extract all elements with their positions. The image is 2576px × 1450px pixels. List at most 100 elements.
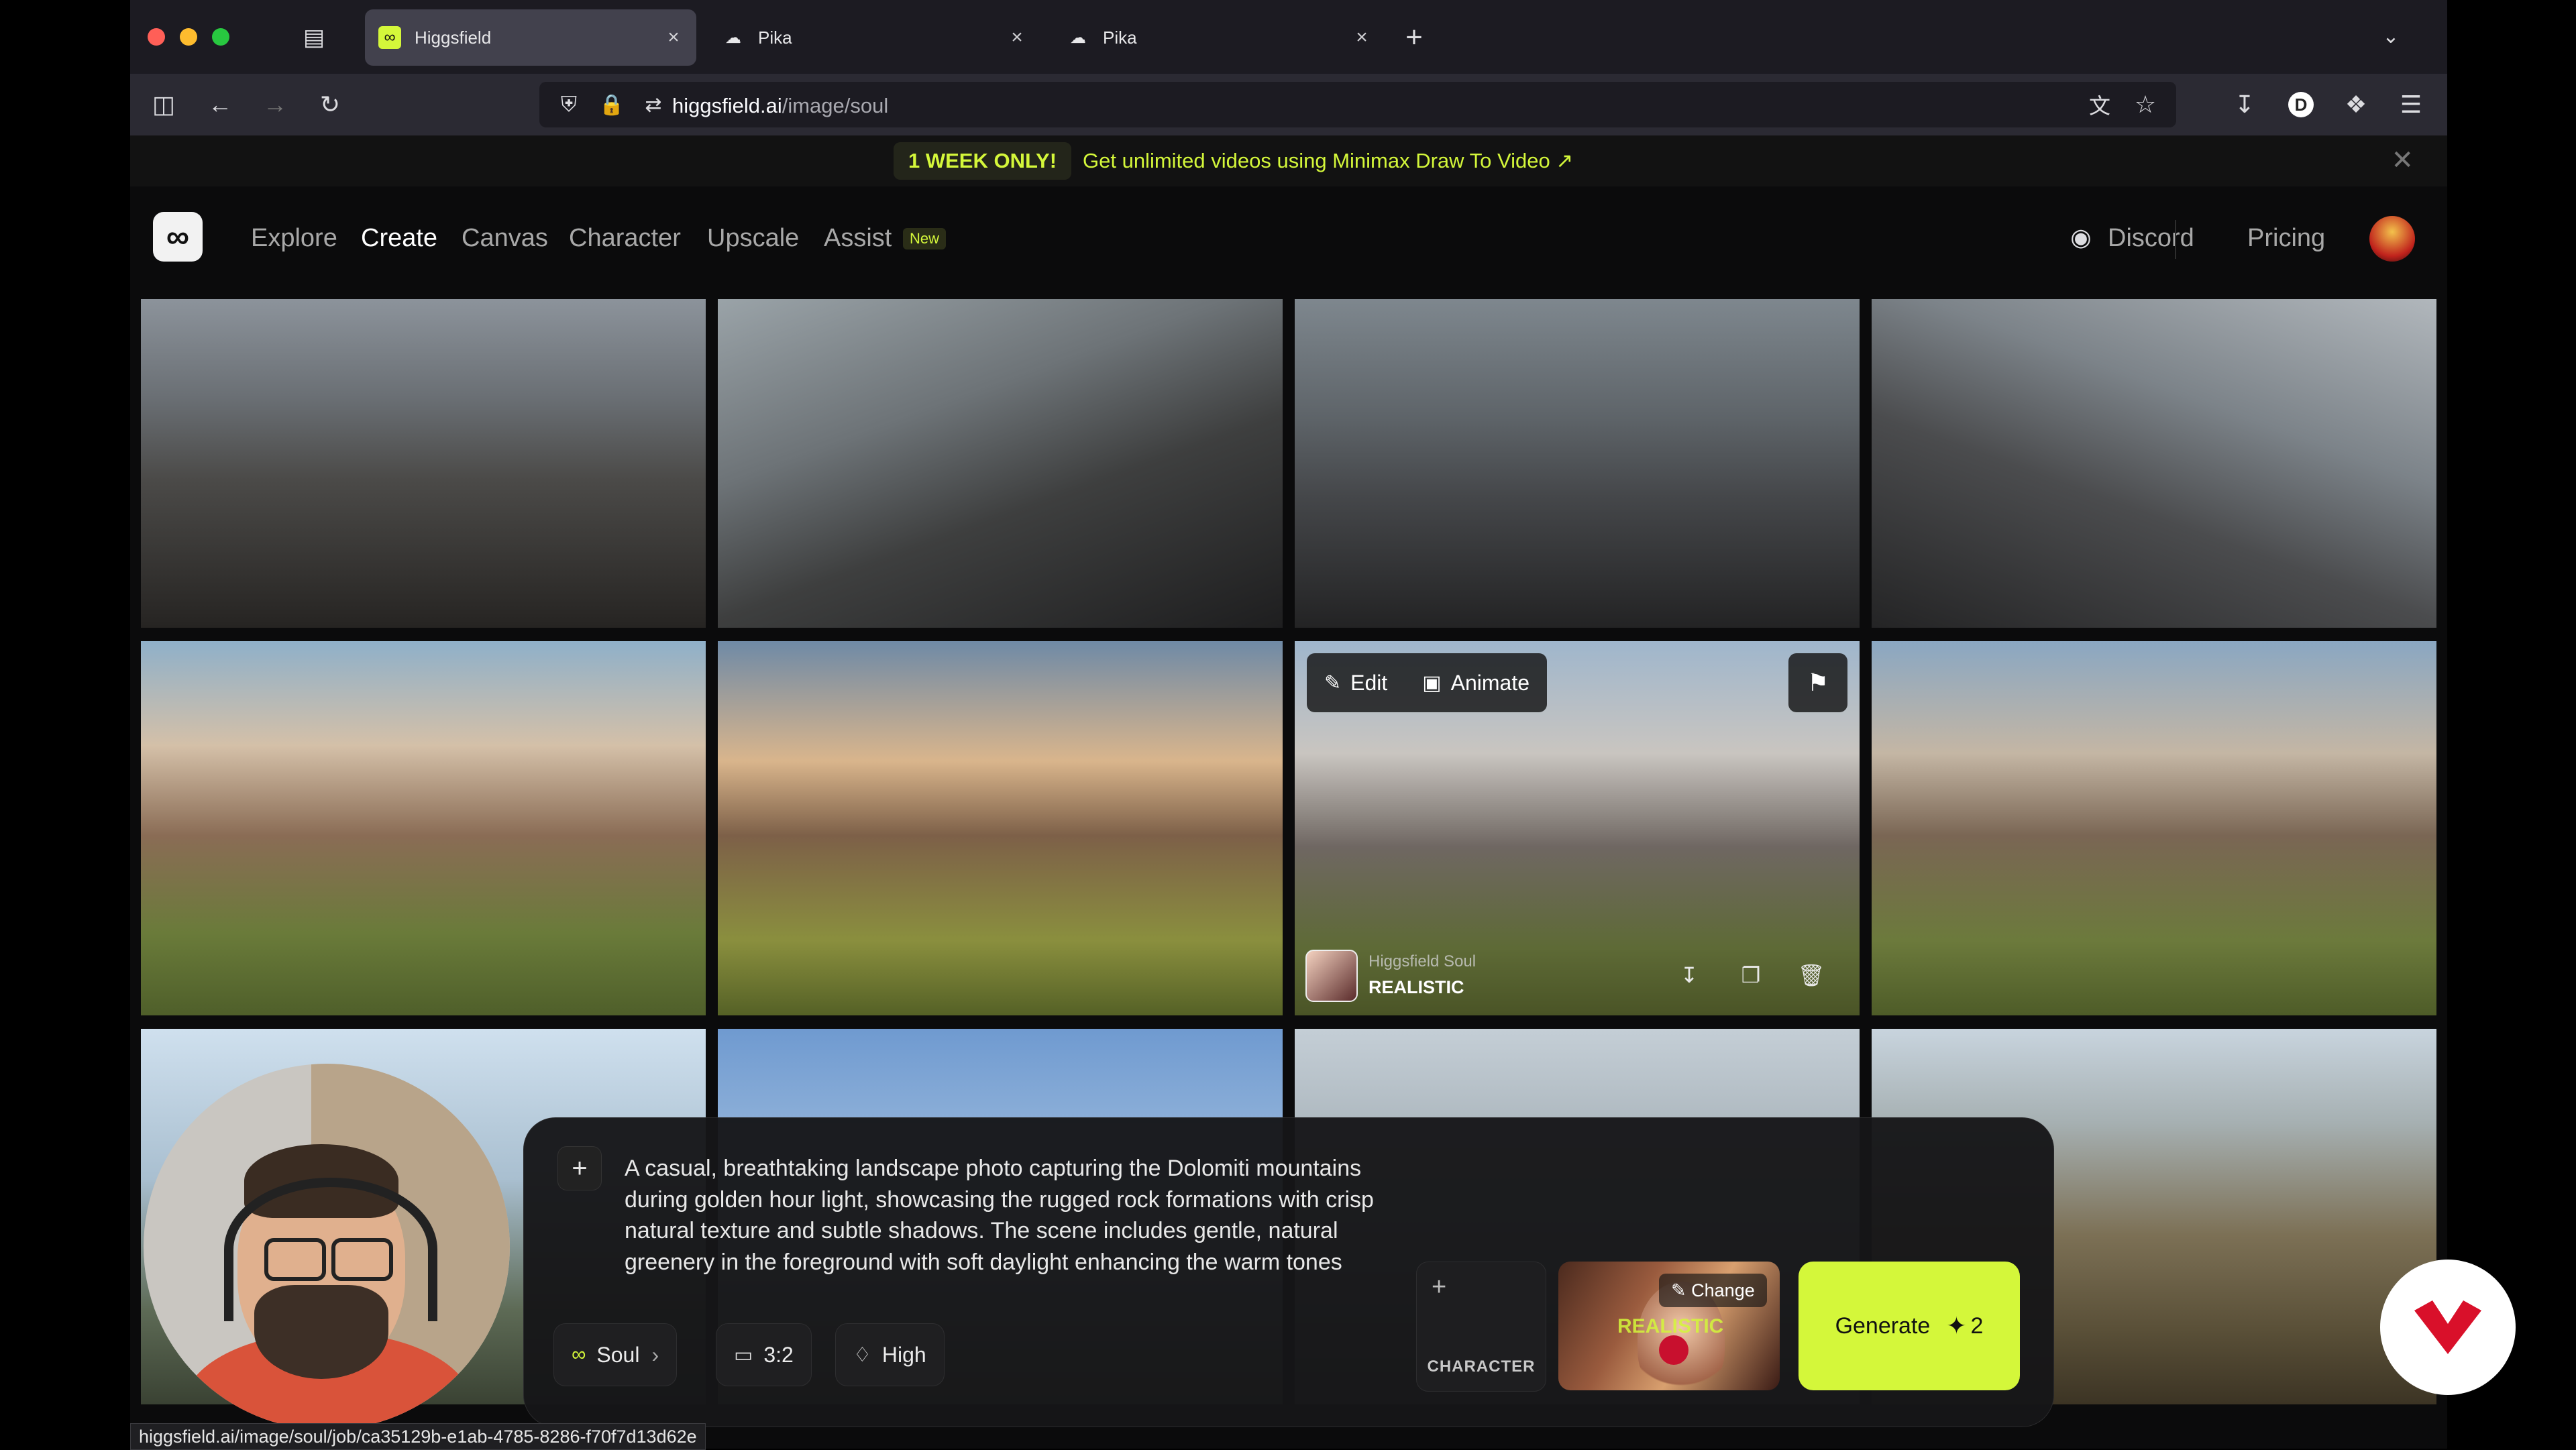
aspect-ratio-icon: ▭ [734, 1343, 753, 1366]
character-selector[interactable]: + CHARACTER [1416, 1262, 1546, 1392]
soul-model-icon: ∞ [572, 1343, 586, 1365]
generate-label: Generate [1835, 1313, 1931, 1339]
nav-upscale[interactable]: Upscale [707, 224, 799, 253]
shield-icon[interactable]: ⛨ [553, 89, 585, 121]
nav-character[interactable]: Character [569, 224, 681, 253]
style-preview-label: REALISTIC [1617, 1315, 1724, 1337]
trash-icon[interactable]: 🗑 [1795, 959, 1827, 991]
nav-explore[interactable]: Explore [251, 224, 337, 253]
edit-button[interactable]: ✎ Edit [1307, 671, 1405, 695]
tab-higgsfield[interactable]: ∞ Higgsfield × [365, 9, 696, 66]
pencil-icon: ✎ [1671, 1280, 1686, 1300]
gallery-image[interactable]: ✎ Edit ▣ Animate ⚑ Higgsfield Soul REALIST… [1295, 641, 1860, 1015]
street-photo [718, 299, 1283, 628]
address-bar[interactable]: ⛨ 🔒 ⇄ higgsfield.ai/image/soul 文 ☆ [539, 82, 2176, 127]
tab-overview-icon[interactable]: ▤ [298, 21, 330, 54]
translate-icon[interactable]: 文 [2084, 89, 2116, 121]
chevron-right-icon: › [651, 1342, 659, 1367]
back-icon[interactable]: ← [204, 89, 236, 121]
url-text[interactable]: higgsfield.ai/image/soul [672, 94, 888, 118]
gallery-image[interactable] [718, 641, 1283, 1015]
site-permissions-icon[interactable]: ⇄ [637, 89, 669, 121]
url-domain: higgsfield.ai [672, 94, 782, 117]
site-nav: ∞ Explore Create Canvas Character Upscal… [130, 186, 2447, 299]
higgsfield-logo[interactable]: ∞ [153, 212, 203, 262]
reload-icon[interactable]: ↻ [314, 89, 346, 121]
channel-logo [2380, 1260, 2516, 1395]
character-label: CHARACTER [1427, 1357, 1536, 1376]
tab-pika-2[interactable]: ☁ Pika × [1053, 9, 1385, 66]
nav-discord[interactable]: Discord [2108, 224, 2194, 253]
promo-text[interactable]: Get unlimited videos using Minimax Draw … [1083, 144, 1573, 178]
pika-favicon-icon: ☁ [725, 28, 741, 47]
style-preview-rose [1659, 1335, 1688, 1365]
mountain-photo [141, 641, 706, 1015]
sparkle-icon: ✦ [1946, 1312, 1967, 1339]
model-selector[interactable]: ∞ Soul › [553, 1323, 678, 1386]
gallery-image[interactable] [1295, 299, 1860, 628]
browser-toolbar: ◫ ← → ↻ ⛨ 🔒 ⇄ higgsfield.ai/image/soul 文… [130, 74, 2447, 135]
change-style-button[interactable]: ✎ Change [1659, 1274, 1767, 1307]
gallery-image[interactable] [718, 299, 1283, 628]
tab-title: Pika [1103, 27, 1137, 48]
tab-list-chevron-icon[interactable]: ⌄ [2375, 20, 2407, 52]
promo-banner[interactable]: 1 WEEK ONLY! Get unlimited videos using … [130, 135, 2447, 187]
gallery-image[interactable] [141, 641, 706, 1015]
lock-icon[interactable]: 🔒 [596, 89, 628, 121]
nav-divider [2175, 220, 2176, 259]
prompt-input[interactable]: A casual, breathtaking landscape photo c… [625, 1153, 1376, 1278]
quality-chip-label: High [881, 1342, 926, 1367]
model-chip-label: Soul [596, 1342, 640, 1367]
pika-favicon-icon: ☁ [1070, 28, 1086, 47]
aspect-ratio-selector[interactable]: ▭ 3:2 [716, 1323, 812, 1386]
nav-pricing[interactable]: Pricing [2247, 224, 2325, 253]
forward-icon[interactable]: → [259, 89, 291, 121]
zoom-window-button[interactable] [212, 28, 229, 46]
generate-cost: 2 [1970, 1313, 1984, 1339]
sidebar-toggle-icon[interactable]: ◫ [148, 89, 180, 121]
street-photo [1295, 299, 1860, 628]
downloads-icon[interactable]: ↧ [2229, 89, 2261, 121]
edit-label: Edit [1350, 670, 1388, 695]
close-tab-icon[interactable]: × [1004, 26, 1030, 49]
model-avatar [1305, 950, 1358, 1002]
animate-label: Animate [1450, 670, 1530, 695]
close-banner-icon[interactable]: ✕ [2391, 145, 2414, 176]
download-icon[interactable]: ↧ [1673, 959, 1705, 991]
menu-icon[interactable]: ☰ [2395, 89, 2427, 121]
tab-title: Higgsfield [415, 27, 492, 48]
style-name: REALISTIC [1368, 977, 1464, 997]
new-tab-icon[interactable]: + [1398, 21, 1430, 54]
copy-icon[interactable]: ❐ [1735, 959, 1767, 991]
close-window-button[interactable] [148, 28, 165, 46]
bookmark-icon[interactable]: ⚑ [1788, 653, 1847, 712]
promo-badge: 1 WEEK ONLY! [894, 142, 1072, 180]
new-badge: New [903, 228, 947, 249]
nav-canvas[interactable]: Canvas [462, 224, 548, 253]
gallery-image[interactable] [141, 299, 706, 628]
nav-create[interactable]: Create [361, 224, 437, 253]
headphones-icon [224, 1178, 437, 1321]
add-image-button[interactable]: + [557, 1146, 602, 1190]
link-status-bar: higgsfield.ai/image/soul/job/ca35129b-e1… [130, 1423, 706, 1450]
tab-bar: ▤ ∞ Higgsfield × ☁ Pika × ☁ Pika × + ⌄ [130, 0, 2447, 74]
bookmark-star-icon[interactable]: ☆ [2129, 89, 2161, 121]
gallery-image[interactable] [1872, 641, 2436, 1015]
close-tab-icon[interactable]: × [1348, 26, 1375, 49]
change-label: Change [1691, 1280, 1755, 1300]
extensions-icon[interactable]: ❖ [2340, 89, 2372, 121]
quality-selector[interactable]: ♢ High [835, 1323, 945, 1386]
close-tab-icon[interactable]: × [660, 26, 687, 49]
minimize-window-button[interactable] [180, 28, 197, 46]
user-avatar[interactable] [2369, 216, 2415, 262]
style-selector[interactable]: ✎ Change REALISTIC [1558, 1262, 1780, 1390]
nav-assist[interactable]: Assist [824, 224, 892, 253]
animate-button[interactable]: ▣ Animate [1405, 671, 1547, 695]
generate-button[interactable]: Generate ✦ 2 [1799, 1262, 2020, 1390]
tab-pika-1[interactable]: ☁ Pika × [708, 9, 1040, 66]
discord-icon[interactable]: ◉ [2065, 221, 2097, 254]
street-photo [141, 299, 706, 628]
brand-mark-icon [2414, 1300, 2481, 1354]
gallery-image[interactable] [1872, 299, 2436, 628]
profile-icon[interactable]: D [2285, 89, 2317, 121]
